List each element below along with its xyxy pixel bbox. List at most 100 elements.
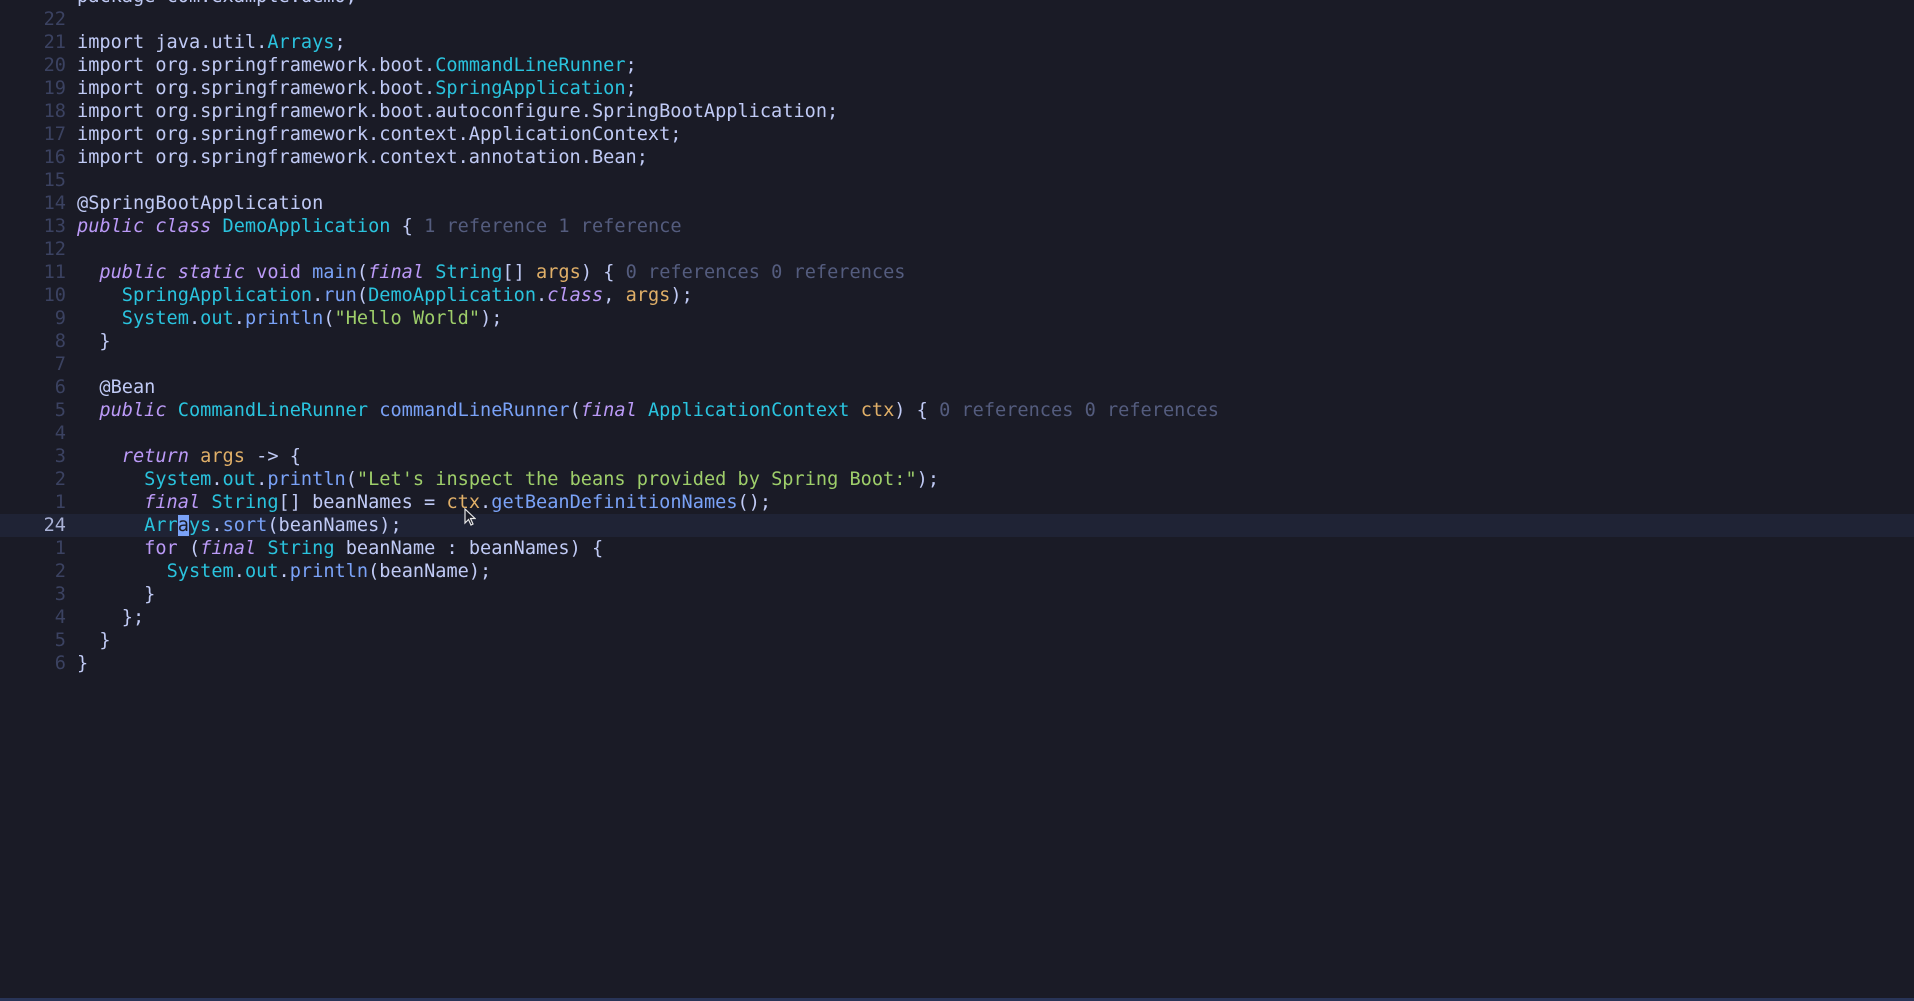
code-token: [] — [502, 262, 537, 283]
code-token: (); — [737, 492, 772, 513]
code-token: out — [222, 469, 257, 490]
code-line[interactable]: 17 import org.springframework.context.App… — [0, 123, 1914, 146]
code-line[interactable]: 8 } — [0, 330, 1914, 353]
code-token: void — [256, 262, 301, 283]
code-line[interactable]: package com.example.demo; — [0, 0, 1914, 8]
code-editor[interactable]: package com.example.demo;2221import java… — [0, 0, 1914, 675]
code-token: } — [77, 584, 156, 605]
current-code-line[interactable]: 24 Arrays.sort(beanNames); — [0, 514, 1914, 537]
code-line[interactable]: 2 System.out.println(beanName); — [0, 560, 1914, 583]
code-token: CommandLineRunner — [177, 400, 369, 421]
line-number: 12 — [43, 239, 66, 260]
code-token: println — [244, 308, 324, 329]
code-token: . — [480, 492, 492, 513]
code-token: } — [77, 630, 111, 651]
line-number: 8 — [54, 331, 66, 352]
code-token: ( — [323, 308, 335, 329]
line-number: 5 — [54, 630, 66, 651]
code-token: Arrays — [267, 32, 335, 53]
code-line[interactable]: 3 return args -> { — [0, 445, 1914, 468]
code-token: final — [144, 492, 201, 513]
code-token: ; — [625, 55, 637, 76]
code-line[interactable]: 3 } — [0, 583, 1914, 606]
code-token: DemoApplication — [222, 216, 391, 237]
code-token: SpringApplication — [121, 285, 313, 306]
code-line[interactable]: 14 @SpringBootApplication — [0, 192, 1914, 215]
code-token: return — [121, 446, 189, 467]
code-line[interactable]: 16 import org.springframework.context.ann… — [0, 146, 1914, 169]
code-line[interactable]: 1 for (final String beanName : beanNames… — [0, 537, 1914, 560]
code-line[interactable]: 9 System.out.println("Hello World"); — [0, 307, 1914, 330]
code-line[interactable]: 1 final String[] beanNames = ctx.getBean… — [0, 491, 1914, 514]
code-line[interactable]: 4 }; — [0, 606, 1914, 629]
code-token: import org.springframework.context.Appli… — [77, 124, 682, 145]
code-token: println — [289, 561, 369, 582]
code-token: @SpringBootApplication — [77, 193, 324, 214]
code-token: "Let's inspect the beans provided by Spr… — [356, 469, 917, 490]
code-line[interactable]: 10 SpringApplication.run(DemoApplication… — [0, 284, 1914, 307]
code-text: SpringApplication.run(DemoApplication.cl… — [77, 284, 693, 307]
code-token: run — [323, 285, 357, 306]
code-token: System — [121, 308, 189, 329]
code-token: System — [166, 561, 234, 582]
code-token: args — [200, 446, 245, 467]
code-line[interactable]: 18 import org.springframework.boot.autoco… — [0, 100, 1914, 123]
code-token: ( — [356, 285, 369, 306]
code-line[interactable]: 4 — [0, 422, 1914, 445]
code-line[interactable]: 19 import org.springframework.boot.Spring… — [0, 77, 1914, 100]
code-text: System.out.println("Let's inspect the be… — [77, 468, 939, 491]
code-line[interactable]: 22 — [0, 8, 1914, 31]
code-token: for — [144, 538, 178, 559]
code-text: System.out.println("Hello World"); — [77, 307, 503, 330]
code-line[interactable]: 20 import org.springframework.boot.Comman… — [0, 54, 1914, 77]
code-line[interactable]: 21 import java.util.Arrays; — [0, 31, 1914, 54]
code-token: public class — [77, 216, 212, 237]
code-token: }; — [77, 607, 145, 628]
code-token: import java.util. — [77, 32, 268, 53]
code-line[interactable]: 2 System.out.println("Let's inspect the … — [0, 468, 1914, 491]
code-line[interactable]: 12 — [0, 238, 1914, 261]
code-line[interactable]: 15 — [0, 169, 1914, 192]
code-token: out — [200, 308, 234, 329]
code-token: String — [211, 492, 279, 513]
code-token: SpringApplication — [435, 78, 626, 99]
line-number: 22 — [43, 9, 66, 30]
code-token: ); — [916, 469, 940, 490]
code-token: import org.springframework.boot.autoconf… — [77, 101, 839, 122]
code-token: println — [267, 469, 346, 490]
code-token: import org.springframework.context.annot… — [77, 147, 648, 168]
code-line[interactable]: 7 — [0, 353, 1914, 376]
code-line[interactable]: 11 public static void main(final String[… — [0, 261, 1914, 284]
code-text: }; — [77, 606, 144, 629]
code-token: final — [200, 538, 257, 559]
code-token: . — [256, 469, 268, 490]
code-text: import org.springframework.boot.autoconf… — [77, 100, 838, 123]
line-number: 24 — [43, 515, 66, 536]
line-number: 2 — [54, 469, 66, 490]
code-token: final — [368, 262, 425, 283]
code-line[interactable]: 5 public CommandLineRunner commandLineRu… — [0, 399, 1914, 422]
code-text: public class DemoApplication { 1 referen… — [77, 215, 682, 238]
line-number: 14 — [43, 193, 66, 214]
code-token: ); — [480, 308, 503, 329]
line-number: 5 — [54, 400, 66, 421]
line-number: 17 — [43, 124, 66, 145]
code-token: } — [77, 331, 111, 352]
code-line[interactable]: 13 public class DemoApplication { 1 refer… — [0, 215, 1914, 238]
code-token: ( — [345, 469, 357, 490]
code-token: sort — [222, 515, 268, 536]
code-line[interactable]: 5 } — [0, 629, 1914, 652]
code-token: . — [188, 308, 201, 329]
code-line[interactable]: 6 @Bean — [0, 376, 1914, 399]
code-line[interactable]: 6} — [0, 652, 1914, 675]
code-token: ctx — [860, 400, 895, 421]
code-token: public static — [99, 262, 245, 283]
